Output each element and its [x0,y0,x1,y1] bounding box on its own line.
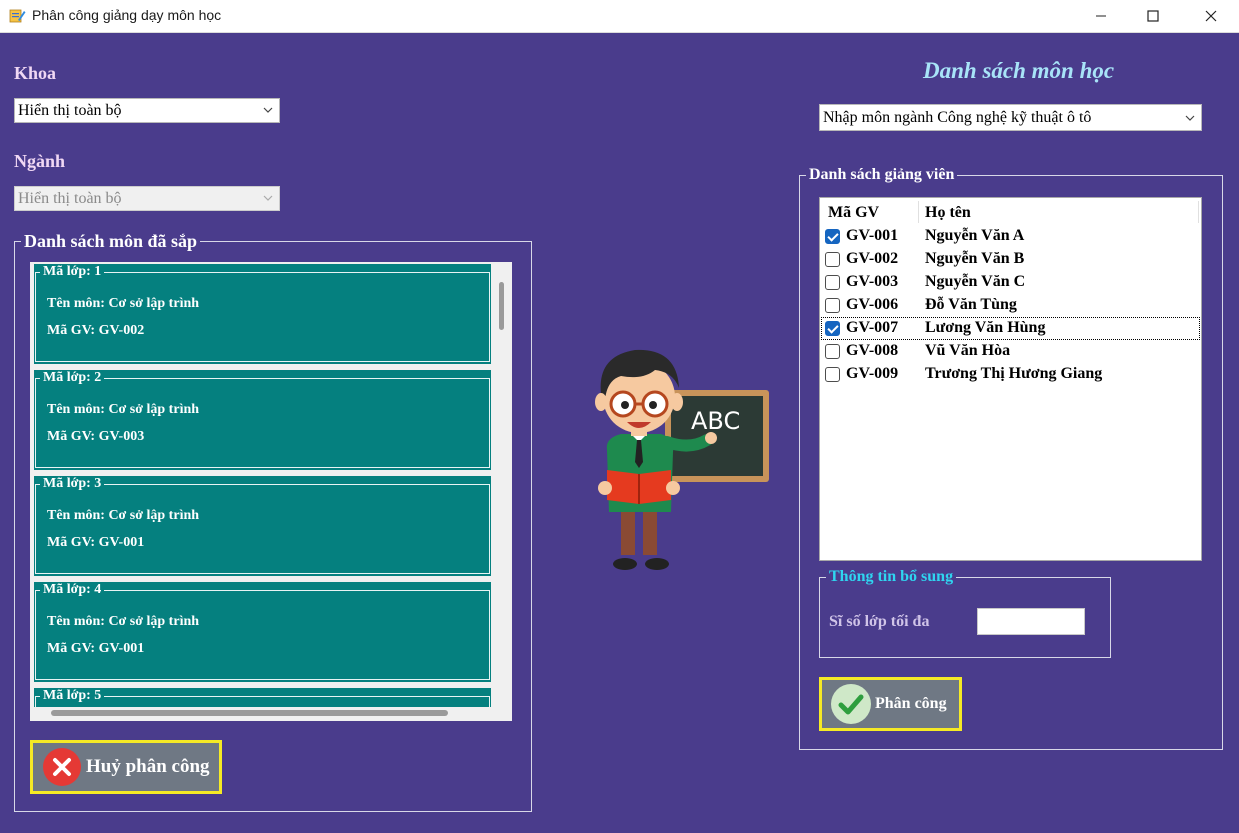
class-card[interactable]: Mã lớp: 3 Tên môn: Cơ sở lập trình Mã GV… [34,476,491,576]
teacher-checkbox[interactable] [825,252,840,267]
teacher-checkbox[interactable] [825,229,840,244]
teacher-row[interactable]: GV-001 Nguyễn Văn A [820,225,1201,248]
teacher-id: GV-002 [846,250,899,267]
cancel-assignment-button[interactable]: Huỷ phân công [30,740,222,794]
assigned-classes-list[interactable]: Mã lớp: 1 Tên môn: Cơ sở lập trình Mã GV… [30,262,512,721]
class-id: Mã lớp: 1 [40,264,105,280]
app-icon [9,9,26,23]
teacher-name: Lương Văn Hùng [925,319,1046,336]
vertical-scrollbar[interactable] [499,282,504,330]
class-subject: Tên môn: Cơ sở lập trình [47,402,200,417]
subject-select[interactable]: Nhập môn ngành Công nghệ kỹ thuật ô tô [819,104,1202,131]
teacher-id: GV-001 [846,227,899,244]
teacher-checkbox[interactable] [825,321,840,336]
class-id: Mã lớp: 4 [40,582,105,598]
teacher-name: Nguyễn Văn A [925,227,1025,244]
teacher-row[interactable]: GV-009 Trương Thị Hương Giang [820,363,1201,386]
class-card[interactable]: Mã lớp: 1 Tên môn: Cơ sở lập trình Mã GV… [34,264,491,364]
chevron-down-icon [1185,115,1195,121]
maximize-button[interactable] [1130,0,1176,32]
subject-value: Nhập môn ngành Công nghệ kỹ thuật ô tô [823,108,1092,126]
teacher-row[interactable]: GV-008 Vũ Văn Hòa [820,340,1201,363]
assign-label: Phân công [875,695,947,712]
nganh-value: Hiển thị toàn bộ [18,189,122,207]
teacher-name: Nguyễn Văn B [925,250,1025,267]
teacher-name: Đỗ Văn Tùng [925,296,1017,313]
nganh-select[interactable]: Hiển thị toàn bộ [14,186,280,211]
cancel-assignment-label: Huỷ phân công [86,756,210,777]
column-header-name[interactable]: Họ tên [925,204,971,222]
teacher-name: Trương Thị Hương Giang [925,365,1103,382]
close-icon [1205,10,1217,22]
khoa-select[interactable]: Hiển thị toàn bộ [14,98,280,123]
teacher-row[interactable]: GV-003 Nguyễn Văn C [820,271,1201,294]
column-header-id[interactable]: Mã GV [828,204,879,222]
max-size-label: Sĩ số lớp tối đa [829,613,930,630]
teacher-checkbox[interactable] [825,367,840,382]
teacher-checkbox[interactable] [825,275,840,290]
window-title: Phân công giảng dạy môn học [32,7,222,23]
minimize-icon [1096,15,1106,17]
nganh-label: Ngành [14,151,66,171]
class-id: Mã lớp: 2 [40,370,105,386]
class-teacher: Mã GV: GV-001 [47,535,145,550]
teacher-row[interactable]: GV-002 Nguyễn Văn B [820,248,1201,271]
teacher-checkbox[interactable] [825,344,840,359]
teacher-id: GV-006 [846,296,899,313]
teacher-group-title: Danh sách giảng viên [806,166,958,184]
class-card[interactable]: Mã lớp: 4 Tên môn: Cơ sở lập trình Mã GV… [34,582,491,682]
maximize-icon [1147,10,1159,22]
teacher-checkbox[interactable] [825,298,840,313]
assigned-classes-title: Danh sách môn đã sắp [21,231,201,252]
teacher-id: GV-008 [846,342,899,359]
extra-info-title: Thông tin bổ sung [826,568,957,586]
class-teacher: Mã GV: GV-001 [47,641,145,656]
close-button[interactable] [1188,0,1234,32]
teacher-id: GV-009 [846,365,899,382]
khoa-value: Hiển thị toàn bộ [18,101,122,119]
teacher-row-selected[interactable]: GV-007 Lương Văn Hùng [821,317,1200,340]
assign-button[interactable]: Phân công [819,677,962,731]
class-subject: Tên môn: Cơ sở lập trình [47,508,200,523]
chevron-down-icon [263,107,273,113]
max-size-input[interactable] [977,608,1085,635]
teacher-illustration: ABC [595,349,769,570]
khoa-label: Khoa [14,63,57,83]
teacher-id: GV-007 [846,319,899,336]
class-subject: Tên môn: Cơ sở lập trình [47,614,200,629]
class-card[interactable]: Mã lớp: 2 Tên môn: Cơ sở lập trình Mã GV… [34,370,491,470]
teacher-name: Nguyễn Văn C [925,273,1026,290]
board-text: ABC [691,407,740,435]
teacher-row[interactable]: GV-006 Đỗ Văn Tùng [820,294,1201,317]
class-teacher: Mã GV: GV-003 [47,429,145,444]
class-id: Mã lớp: 3 [40,476,105,492]
teacher-list[interactable]: Mã GV Họ tên GV-001 Nguyễn Văn A GV-002 … [819,197,1202,561]
chevron-down-icon [263,195,273,201]
class-id: Mã lớp: 5 [40,688,105,704]
checkmark-icon [831,684,871,724]
teacher-id: GV-003 [846,273,899,290]
class-teacher: Mã GV: GV-002 [47,323,145,338]
cancel-x-icon [43,748,81,786]
title-bar: Phân công giảng dạy môn học [0,0,1239,33]
horizontal-scrollbar[interactable] [51,710,448,716]
subject-list-title: Danh sách môn học [923,58,1115,83]
minimize-button[interactable] [1078,0,1124,32]
teacher-name: Vũ Văn Hòa [925,342,1011,359]
class-subject: Tên môn: Cơ sở lập trình [47,296,200,311]
